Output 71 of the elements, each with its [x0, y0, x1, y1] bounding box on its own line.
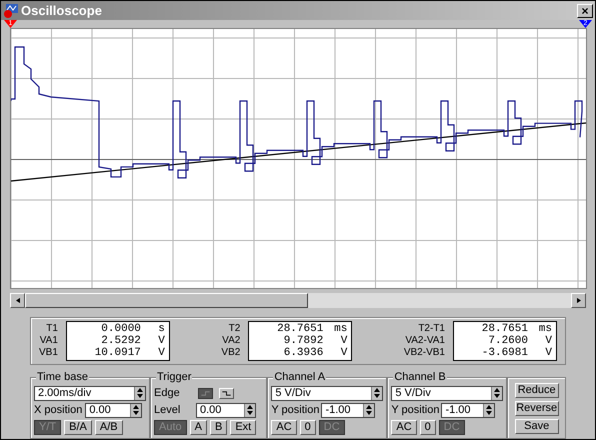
window-title: Oscilloscope: [21, 2, 103, 20]
falling-edge-button[interactable]: [219, 388, 234, 399]
scroll-right-button[interactable]: [571, 293, 586, 308]
readout-label: VB2: [221, 347, 240, 359]
readout-label: VA2-VA1: [405, 335, 445, 347]
action-button[interactable]: Reverse: [514, 400, 559, 416]
readout-label: T2: [228, 323, 240, 335]
readout-value: 6.3936: [282, 347, 324, 359]
readout-value: 7.2600: [487, 335, 529, 347]
mode-button[interactable]: 0: [300, 420, 316, 435]
spinner-icon[interactable]: [244, 404, 255, 417]
spinner-icon[interactable]: [371, 387, 382, 400]
rising-edge-icon: [201, 391, 210, 396]
y-position-field[interactable]: -1.00: [441, 403, 496, 418]
readout-unit: s: [157, 323, 165, 335]
mode-button[interactable]: A/B: [94, 420, 123, 435]
readout-unit: V: [340, 347, 348, 359]
volts-per-div-field[interactable]: 5 V/Div: [271, 386, 384, 401]
readout-value: -3.6981: [480, 347, 529, 359]
spinner-icon[interactable]: [363, 404, 374, 417]
mode-button[interactable]: B: [210, 420, 228, 435]
field-label: Y position: [271, 405, 320, 416]
readout-value: 10.0917: [94, 347, 142, 359]
readout-unit: V: [157, 347, 165, 359]
action-button[interactable]: Save: [514, 418, 559, 434]
right-arrow-icon: [576, 297, 580, 304]
scroll-thumb[interactable]: [25, 293, 308, 308]
mode-button[interactable]: AC: [391, 420, 417, 435]
readout-value: 28.7651: [480, 323, 529, 335]
readout-value: 0.0000: [100, 323, 142, 335]
mode-button[interactable]: A: [190, 420, 207, 435]
mode-button[interactable]: Ext: [230, 420, 256, 435]
readout-unit: V: [157, 335, 165, 347]
trigger-level-field[interactable]: 0.00: [196, 403, 256, 418]
readout-label: VA1: [40, 335, 58, 347]
app-icon: [3, 2, 19, 18]
readout-label: T2-T1: [418, 323, 445, 335]
mode-button[interactable]: AC: [271, 420, 297, 435]
group-title: Trigger: [156, 371, 192, 384]
scroll-left-button[interactable]: [10, 293, 25, 308]
readout-label: T1: [46, 323, 58, 335]
action-button[interactable]: Reduce: [514, 382, 559, 398]
readout-unit: V: [340, 335, 348, 347]
time-scale-field[interactable]: 2.00ms/div: [34, 386, 146, 401]
field-label: Edge: [154, 388, 181, 399]
readout-label: VB2-VB1: [404, 347, 445, 359]
volts-per-div-field[interactable]: 5 V/Div: [391, 386, 504, 401]
readout-value: 2.5292: [100, 335, 142, 347]
left-arrow-icon: [16, 297, 20, 304]
readout-label: VB1: [39, 347, 58, 359]
readout-unit: ms: [538, 323, 552, 335]
readout-value: 9.7892: [282, 335, 324, 347]
x-position-field[interactable]: 0.00: [85, 403, 142, 418]
readout-unit: ms: [333, 323, 348, 335]
readout-value: 28.7651: [276, 323, 324, 335]
y-position-field[interactable]: -1.00: [321, 403, 376, 418]
close-button[interactable]: ×: [577, 4, 593, 18]
field-label: Y position: [391, 405, 440, 416]
spinner-icon[interactable]: [130, 404, 142, 417]
mode-button[interactable]: B/A: [64, 420, 92, 435]
falling-edge-icon: [222, 391, 231, 396]
readout-unit: V: [544, 335, 552, 347]
field-label: Level: [154, 405, 182, 416]
field-label: X position: [34, 405, 82, 416]
spinner-icon[interactable]: [483, 404, 494, 417]
readout-label: VA2: [222, 335, 240, 347]
readout-unit: V: [544, 347, 552, 359]
mode-button[interactable]: 0: [420, 420, 436, 435]
spinner-icon[interactable]: [134, 387, 145, 400]
spinner-icon[interactable]: [491, 387, 502, 400]
rising-edge-button[interactable]: [198, 388, 213, 399]
